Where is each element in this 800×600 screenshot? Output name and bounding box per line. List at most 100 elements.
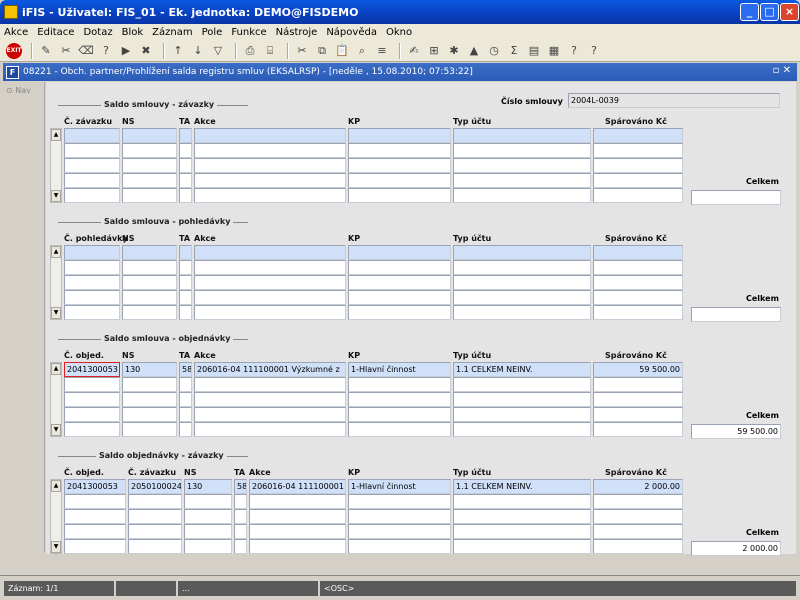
table-cell[interactable]: [348, 494, 451, 509]
table-cell[interactable]: [593, 290, 683, 305]
table-cell[interactable]: [453, 305, 591, 320]
table-cell[interactable]: [179, 422, 192, 437]
table-cell[interactable]: [122, 422, 177, 437]
table-cell[interactable]: 206016-04 111100001 Výzkumné z: [194, 362, 346, 377]
table-cell[interactable]: [194, 377, 346, 392]
copy-icon[interactable]: ⧉: [314, 43, 330, 59]
table-cell[interactable]: [593, 173, 683, 188]
table-cell[interactable]: [348, 539, 451, 554]
table-cell[interactable]: [593, 128, 683, 143]
menu-item-2[interactable]: Dotaz: [83, 27, 112, 38]
table-cell[interactable]: [179, 260, 192, 275]
table-cell[interactable]: [348, 143, 451, 158]
table-cell[interactable]: [453, 392, 591, 407]
table-cell[interactable]: [348, 392, 451, 407]
nav-panel[interactable]: ⊙ Nav: [3, 82, 45, 552]
table-cell[interactable]: [64, 524, 126, 539]
table-cell[interactable]: [64, 377, 120, 392]
table-cell[interactable]: [194, 290, 346, 305]
scroll-down-icon[interactable]: ▼: [51, 541, 61, 553]
question-icon[interactable]: ?: [586, 43, 602, 59]
table-cell[interactable]: [179, 275, 192, 290]
table-cell[interactable]: [348, 305, 451, 320]
table-cell[interactable]: [348, 509, 451, 524]
table-cell[interactable]: [122, 128, 177, 143]
table-cell[interactable]: [234, 509, 247, 524]
table-cell[interactable]: [348, 407, 451, 422]
table-cell[interactable]: [593, 143, 683, 158]
table-cell[interactable]: [194, 188, 346, 203]
table-cell[interactable]: [453, 158, 591, 173]
menu-item-9[interactable]: Okno: [386, 27, 412, 38]
table-cell[interactable]: [348, 290, 451, 305]
table-cell[interactable]: [122, 245, 177, 260]
query-icon[interactable]: ?: [98, 43, 114, 59]
table-cell[interactable]: [593, 422, 683, 437]
table-cell[interactable]: [122, 158, 177, 173]
scroll-up-icon[interactable]: ▲: [51, 480, 61, 492]
preview-icon[interactable]: ⌸: [262, 43, 278, 59]
scroll-down-icon[interactable]: ▼: [51, 424, 61, 436]
table-cell[interactable]: 58: [179, 362, 192, 377]
row-scrollbar[interactable]: ▲ ▼: [50, 479, 62, 554]
table-cell[interactable]: [348, 173, 451, 188]
table-cell[interactable]: [179, 188, 192, 203]
table-cell[interactable]: [593, 260, 683, 275]
cut-2-icon[interactable]: ⌫: [78, 43, 94, 59]
table-cell[interactable]: [194, 305, 346, 320]
table-cell[interactable]: [593, 188, 683, 203]
table-cell[interactable]: [194, 275, 346, 290]
table-cell[interactable]: [593, 275, 683, 290]
calculator-icon[interactable]: ⊞: [426, 43, 442, 59]
filter-icon[interactable]: ▽: [210, 43, 226, 59]
table-cell[interactable]: [179, 173, 192, 188]
sum-icon[interactable]: Σ: [506, 43, 522, 59]
menu-item-1[interactable]: Editace: [37, 27, 74, 38]
table-cell[interactable]: 130: [184, 479, 232, 494]
execute-icon[interactable]: ▶: [118, 43, 134, 59]
table-cell[interactable]: [593, 539, 683, 554]
table-cell[interactable]: 2050100024: [128, 479, 182, 494]
sort-desc-icon[interactable]: ↓: [190, 43, 206, 59]
menu-item-6[interactable]: Funkce: [231, 27, 266, 38]
table-cell[interactable]: [184, 539, 232, 554]
table-cell[interactable]: [234, 539, 247, 554]
table-cell[interactable]: [122, 290, 177, 305]
menu-item-8[interactable]: Nápověda: [326, 27, 377, 38]
table-cell[interactable]: 1.1 CELKEM NEINV.: [453, 479, 591, 494]
table-cell[interactable]: [128, 494, 182, 509]
table-cell[interactable]: [64, 407, 120, 422]
table-cell[interactable]: [194, 260, 346, 275]
table-cell[interactable]: [194, 143, 346, 158]
table-cell[interactable]: [128, 539, 182, 554]
table-cell[interactable]: [122, 275, 177, 290]
table-cell[interactable]: [64, 143, 120, 158]
table-cell[interactable]: [453, 245, 591, 260]
table-cell[interactable]: [194, 158, 346, 173]
table-cell[interactable]: 1.1 CELKEM NEINV.: [453, 362, 591, 377]
total-field[interactable]: [691, 307, 781, 322]
table-cell[interactable]: [64, 422, 120, 437]
table-cell[interactable]: 59 500.00: [593, 362, 683, 377]
table-cell[interactable]: 58: [234, 479, 247, 494]
table-cell[interactable]: [453, 377, 591, 392]
star-icon[interactable]: ✱: [446, 43, 462, 59]
menu-item-5[interactable]: Pole: [202, 27, 223, 38]
table-cell[interactable]: [179, 305, 192, 320]
table-cell[interactable]: [348, 128, 451, 143]
table-cell[interactable]: [122, 173, 177, 188]
table-cell[interactable]: [593, 305, 683, 320]
doc2-icon[interactable]: ▦: [546, 43, 562, 59]
table-cell[interactable]: [453, 422, 591, 437]
table-cell[interactable]: [249, 494, 346, 509]
table-cell[interactable]: 1-Hlavní činnost: [348, 362, 451, 377]
table-cell[interactable]: [453, 188, 591, 203]
table-cell[interactable]: [122, 305, 177, 320]
table-cell[interactable]: [64, 245, 120, 260]
table-cell[interactable]: [348, 275, 451, 290]
list-icon[interactable]: ≡: [374, 43, 390, 59]
scissors-icon[interactable]: ✂: [294, 43, 310, 59]
table-cell[interactable]: [593, 407, 683, 422]
table-cell[interactable]: [64, 173, 120, 188]
scroll-up-icon[interactable]: ▲: [51, 129, 61, 141]
